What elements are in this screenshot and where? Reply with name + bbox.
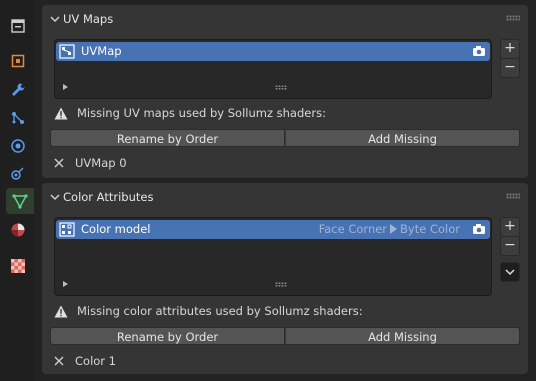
uv-map-icon <box>59 44 75 59</box>
add-color-attribute-button[interactable]: + <box>500 217 520 237</box>
uv-missing-item: UVMap 0 <box>54 156 127 170</box>
physics-tab[interactable] <box>5 133 31 159</box>
color-attribute-name[interactable]: Color model <box>81 222 151 236</box>
color-attribute-list: Color model Face Corner Byte Color <box>54 217 492 296</box>
chevron-down-icon <box>50 16 60 23</box>
object-icon <box>11 54 25 68</box>
list-expand-icon[interactable] <box>63 281 68 287</box>
uv-button-row: Rename by Order Add Missing <box>50 129 520 147</box>
uv-warning: Missing UV maps used by Sollumz shaders: <box>54 105 326 121</box>
material-icon <box>11 223 25 237</box>
camera-icon[interactable] <box>472 45 486 57</box>
texture-tab[interactable] <box>5 253 31 279</box>
tool-tab[interactable] <box>5 13 31 39</box>
list-resize-handle[interactable] <box>275 85 287 90</box>
x-icon <box>54 158 64 168</box>
panel-title: UV Maps <box>63 12 114 26</box>
material-tab[interactable] <box>5 217 31 243</box>
color-attribute-info: Face Corner Byte Color <box>319 222 460 236</box>
list-resize-handle[interactable] <box>275 282 287 287</box>
uv-add-missing-button[interactable]: Add Missing <box>285 129 520 147</box>
uv-rename-by-order-button[interactable]: Rename by Order <box>50 129 285 147</box>
remove-uv-map-button[interactable]: − <box>500 58 520 78</box>
tool-icon <box>11 19 25 33</box>
particles-tab[interactable] <box>5 105 31 131</box>
color-attribute-type: Byte Color <box>400 222 460 236</box>
mesh-data-icon <box>12 194 28 209</box>
add-uv-map-button[interactable]: + <box>500 39 520 59</box>
uv-maps-panel: UV Maps UVMap + − Missing UV maps used b… <box>42 5 528 178</box>
color-attribute-list-item[interactable]: Color model Face Corner Byte Color <box>56 220 490 239</box>
properties-editor: UV Maps UVMap + − Missing UV maps used b… <box>34 0 536 381</box>
color-rename-by-order-button[interactable]: Rename by Order <box>50 327 285 345</box>
data-tab[interactable] <box>6 188 34 214</box>
panel-title: Color Attributes <box>63 190 154 204</box>
particles-icon <box>12 112 24 124</box>
camera-icon[interactable] <box>472 223 486 235</box>
modifier-tab[interactable] <box>5 77 31 103</box>
color-warning-text: Missing color attributes used by Sollumz… <box>77 304 363 318</box>
warning-icon <box>54 305 68 317</box>
object-tab[interactable] <box>5 48 31 74</box>
properties-tab-bar <box>0 0 34 381</box>
uv-map-list: UVMap <box>54 39 492 99</box>
color-attributes-panel: Color Attributes Color model Face Corner… <box>42 183 528 374</box>
color-button-row: Rename by Order Add Missing <box>50 327 520 345</box>
uv-warning-text: Missing UV maps used by Sollumz shaders: <box>77 106 326 120</box>
x-icon <box>54 356 64 366</box>
texture-icon <box>11 259 25 273</box>
color-missing-item: Color 1 <box>54 354 116 368</box>
chevron-down-icon <box>50 194 60 201</box>
list-expand-icon[interactable] <box>63 84 68 90</box>
wrench-icon <box>12 83 25 96</box>
uv-map-name[interactable]: UVMap <box>81 44 122 58</box>
drag-grip-icon[interactable] <box>506 193 520 199</box>
color-warning: Missing color attributes used by Sollumz… <box>54 303 363 319</box>
constraints-tab[interactable] <box>5 160 31 186</box>
drag-grip-icon[interactable] <box>506 15 520 21</box>
chevron-down-icon <box>505 269 515 276</box>
color-attribute-specials-menu[interactable] <box>500 262 520 282</box>
right-arrow-icon <box>390 224 398 234</box>
uv-missing-name: UVMap 0 <box>75 156 127 170</box>
remove-color-attribute-button[interactable]: − <box>500 236 520 256</box>
color-attribute-domain: Face Corner <box>318 222 388 236</box>
uv-maps-panel-header[interactable]: UV Maps <box>42 5 528 33</box>
color-attribute-icon <box>59 222 75 237</box>
uv-map-list-item[interactable]: UVMap <box>56 42 490 61</box>
color-add-missing-button[interactable]: Add Missing <box>285 327 520 345</box>
warning-icon <box>54 107 68 119</box>
physics-icon <box>11 139 25 153</box>
color-missing-name: Color 1 <box>75 354 116 368</box>
constraints-icon <box>11 167 24 180</box>
color-attributes-panel-header[interactable]: Color Attributes <box>42 183 528 211</box>
